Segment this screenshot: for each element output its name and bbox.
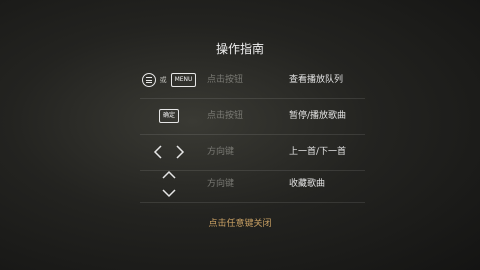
action-label: 方向键 (207, 179, 235, 189)
guide-row-queue: 或 MENU 点击按钮 查看播放队列 (140, 62, 365, 99)
keys-group: 确定 (140, 98, 198, 134)
description-label: 收藏歌曲 (289, 179, 326, 189)
action-label: 点击按钮 (207, 111, 244, 121)
description-label: 查看播放队列 (289, 75, 344, 85)
description-label: 上一首/下一首 (289, 147, 347, 157)
right-arrow-icon (176, 145, 185, 159)
up-down-arrows (162, 170, 176, 198)
keys-group (140, 134, 198, 170)
description-label: 暂停/播放歌曲 (289, 111, 347, 121)
action-label: 点击按钮 (207, 75, 244, 85)
menu-key: MENU (170, 73, 197, 87)
guide-row-play-pause: 确定 点击按钮 暂停/播放歌曲 (140, 98, 365, 135)
left-arrow-icon (153, 145, 162, 159)
menu-circle-icon (141, 73, 156, 87)
left-right-arrows (153, 145, 185, 159)
or-label: 或 (159, 76, 167, 84)
ok-key: 确定 (158, 109, 179, 123)
keys-group (140, 166, 198, 202)
action-label: 方向键 (207, 147, 235, 157)
guide-row-favorite: 方向键 收藏歌曲 (140, 166, 365, 203)
page-title: 操作指南 (215, 42, 264, 56)
up-arrow-icon (162, 170, 176, 179)
down-arrow-icon (162, 189, 176, 198)
close-hint[interactable]: 点击任意键关闭 (0, 216, 480, 229)
keys-group: 或 MENU (140, 62, 198, 98)
